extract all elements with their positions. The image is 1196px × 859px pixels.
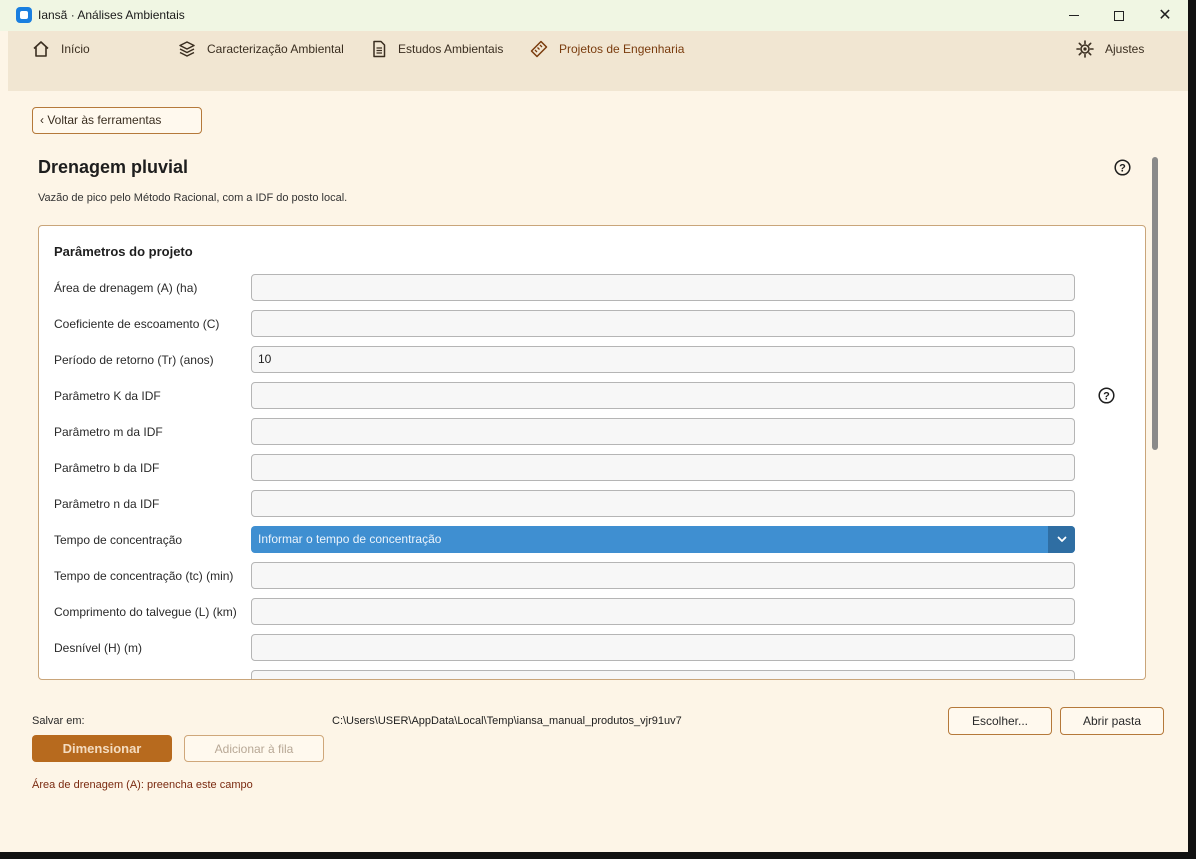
- field-label: Parâmetro K da IDF: [54, 389, 161, 403]
- help-icon[interactable]: ?: [1098, 387, 1115, 404]
- field-row-periodo: Período de retorno (Tr) (anos) 10: [39, 346, 1145, 374]
- field-label: Período de retorno (Tr) (anos): [54, 353, 214, 367]
- tc-input[interactable]: [251, 562, 1075, 589]
- select-value: Informar o tempo de concentração: [258, 532, 442, 546]
- ruler-icon: [530, 40, 548, 58]
- svg-text:?: ?: [1119, 163, 1126, 175]
- field-label: Parâmetro m da IDF: [54, 425, 163, 439]
- maximize-button[interactable]: [1096, 0, 1142, 31]
- top-navigation: Início Caracterização Ambiental Estudos …: [8, 31, 1188, 91]
- dimension-button[interactable]: Dimensionar: [32, 735, 172, 762]
- comprimento-input[interactable]: [251, 598, 1075, 625]
- field-label: Parâmetro n da IDF: [54, 497, 160, 511]
- open-folder-button[interactable]: Abrir pasta: [1060, 707, 1164, 735]
- save-location-label: Salvar em:: [32, 715, 85, 727]
- minimize-button[interactable]: [1051, 0, 1097, 31]
- field-row-tc: Tempo de concentração (tc) (min): [39, 562, 1145, 590]
- field-row-tempo-concentracao: Tempo de concentração Informar o tempo d…: [39, 526, 1145, 554]
- idf-b-input[interactable]: [251, 454, 1075, 481]
- gear-icon: [1076, 40, 1094, 58]
- home-icon: [33, 41, 49, 57]
- chevron-down-icon: [1057, 536, 1066, 542]
- layers-icon: [179, 41, 195, 57]
- close-icon: ✕: [1158, 6, 1172, 24]
- field-row-coeficiente: Coeficiente de escoamento (C): [39, 310, 1145, 338]
- select-arrow[interactable]: [1048, 526, 1075, 553]
- page-subtitle: Vazão de pico pelo Método Racional, com …: [38, 192, 348, 204]
- nav-item-label: Início: [61, 42, 90, 56]
- field-row-desnivel: Desnível (H) (m): [39, 634, 1145, 662]
- nav-item-label: Estudos Ambientais: [398, 42, 504, 56]
- field-row-partial: [39, 670, 1145, 679]
- field-label: Tempo de concentração: [54, 533, 183, 547]
- nav-item-ajustes[interactable]: Ajustes: [1076, 39, 1144, 59]
- field-label: Comprimento do talvegue (L) (km): [54, 605, 237, 619]
- help-icon[interactable]: ?: [1114, 159, 1131, 176]
- desnivel-input[interactable]: [251, 634, 1075, 661]
- save-path: C:\Users\USER\AppData\Local\Temp\iansa_m…: [332, 715, 682, 727]
- periodo-retorno-input[interactable]: 10: [251, 346, 1075, 373]
- title-bar: Iansã · Análises Ambientais ✕: [0, 0, 1188, 31]
- nav-item-label: Ajustes: [1105, 42, 1145, 56]
- field-row-n: Parâmetro n da IDF: [39, 490, 1145, 518]
- tempo-concentracao-select[interactable]: Informar o tempo de concentração: [251, 526, 1075, 553]
- area-input[interactable]: [251, 274, 1075, 301]
- nav-item-estudos[interactable]: Estudos Ambientais: [371, 39, 503, 59]
- field-label: Coeficiente de escoamento (C): [54, 317, 220, 331]
- idf-k-input[interactable]: [251, 382, 1075, 409]
- nav-item-inicio[interactable]: Início: [32, 39, 90, 59]
- panel-title: Parâmetros do projeto: [54, 244, 193, 259]
- nav-item-label: Projetos de Engenharia: [559, 42, 685, 56]
- field-label: Tempo de concentração (tc) (min): [54, 569, 234, 583]
- add-to-queue-button[interactable]: Adicionar à fila: [184, 735, 324, 762]
- field-row-comprimento: Comprimento do talvegue (L) (km): [39, 598, 1145, 626]
- choose-folder-button[interactable]: Escolher...: [948, 707, 1052, 735]
- field-label: Área de drenagem (A) (ha): [54, 281, 198, 295]
- field-row-b: Parâmetro b da IDF: [39, 454, 1145, 482]
- footer-area: [8, 680, 1188, 852]
- idf-m-input[interactable]: [251, 418, 1075, 445]
- minimize-icon: [1069, 15, 1079, 16]
- parameters-panel: Parâmetros do projeto Área de drenagem (…: [38, 225, 1146, 680]
- scrollbar-thumb[interactable]: [1152, 157, 1158, 450]
- field-row-m: Parâmetro m da IDF: [39, 418, 1145, 446]
- nav-item-caracterizacao[interactable]: Caracterização Ambiental: [178, 39, 344, 59]
- app-logo-icon: [16, 7, 32, 23]
- maximize-icon: [1114, 10, 1124, 21]
- field-label: Desnível (H) (m): [54, 641, 143, 655]
- coeficiente-input[interactable]: [251, 310, 1075, 337]
- field-row-k: Parâmetro K da IDF ?: [39, 382, 1145, 410]
- validation-error: Área de drenagem (A): preencha este camp…: [32, 779, 253, 791]
- next-field-input[interactable]: [251, 670, 1075, 679]
- nav-item-projetos[interactable]: Projetos de Engenharia: [530, 39, 684, 59]
- nav-item-label: Caracterização Ambiental: [207, 42, 344, 56]
- app-window: Iansã · Análises Ambientais ✕ Início Car…: [0, 0, 1188, 852]
- window-title: Iansã · Análises Ambientais: [38, 8, 185, 22]
- field-row-area: Área de drenagem (A) (ha): [39, 274, 1145, 302]
- page-title: Drenagem pluvial: [38, 157, 189, 177]
- document-icon: [373, 40, 386, 58]
- svg-text:?: ?: [1103, 391, 1110, 403]
- back-to-tools-button[interactable]: ‹ Voltar às ferramentas: [32, 107, 202, 134]
- field-label: Parâmetro b da IDF: [54, 461, 160, 475]
- close-button[interactable]: ✕: [1142, 0, 1188, 31]
- idf-n-input[interactable]: [251, 490, 1075, 517]
